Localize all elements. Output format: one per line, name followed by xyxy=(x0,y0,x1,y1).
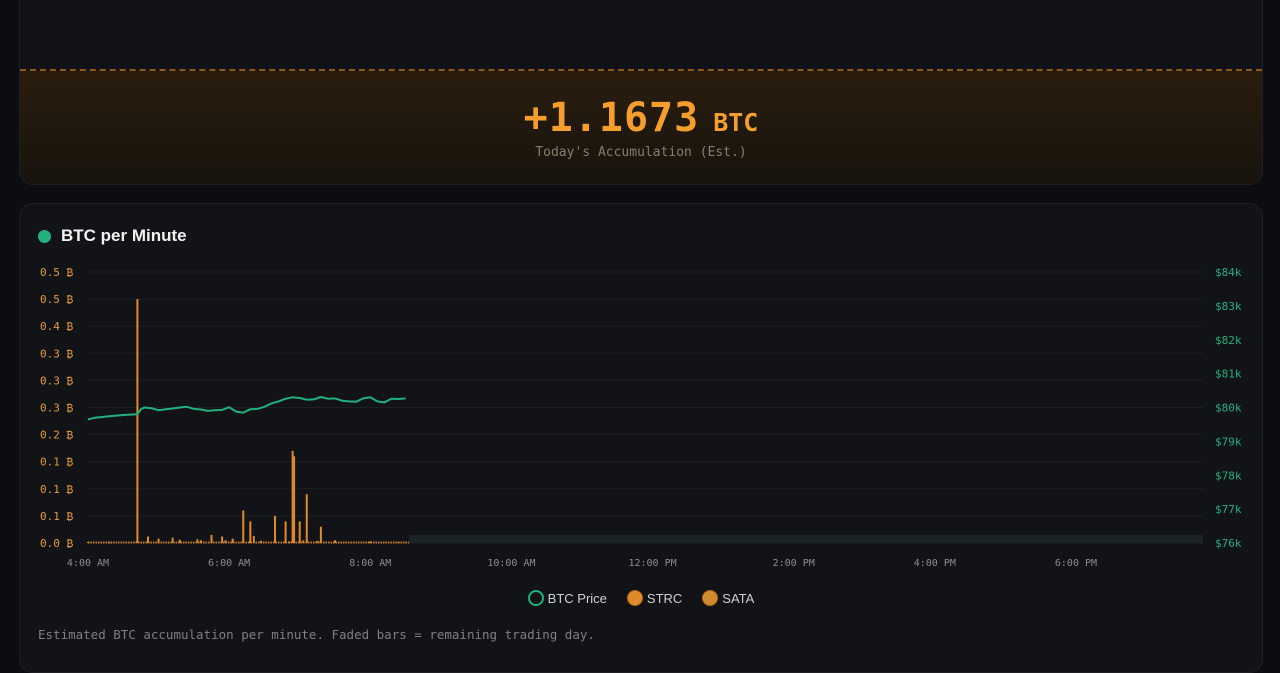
x-tick-label: 4:00 AM xyxy=(67,558,109,569)
accumulation-panel: +1.1673 BTC Today's Accumulation (Est.) xyxy=(20,69,1262,184)
left-tick-label: 0.1 ₿ xyxy=(40,510,73,523)
legend-swatch-icon xyxy=(626,590,643,606)
remaining-day-band xyxy=(409,535,1203,543)
strc-bar xyxy=(305,494,308,543)
chart-footnote: Estimated BTC accumulation per minute. F… xyxy=(38,627,595,642)
strc-bar xyxy=(221,536,224,543)
x-tick-label: 2:00 PM xyxy=(773,558,815,569)
legend-label: BTC Price xyxy=(547,590,607,606)
strc-bar xyxy=(274,515,277,543)
legend-item-btc-price[interactable]: BTC Price xyxy=(527,590,607,606)
x-tick-label: 10:00 AM xyxy=(487,558,535,569)
right-tick-label: $82k xyxy=(1215,334,1242,347)
strc-bar xyxy=(397,541,400,543)
accumulation-card: +1.1673 BTC Today's Accumulation (Est.) xyxy=(19,0,1263,185)
accumulation-value: +1.1673 xyxy=(523,95,700,141)
accumulation-value-line: +1.1673 BTC xyxy=(20,95,1262,141)
sata-bar xyxy=(252,535,255,543)
strc-bar xyxy=(199,540,202,543)
sata-bar xyxy=(196,539,199,543)
strc-bar xyxy=(293,456,296,543)
right-tick-label: $78k xyxy=(1215,469,1242,482)
left-tick-label: 0.2 ₿ xyxy=(40,429,73,442)
left-tick-label: 0.0 ₿ xyxy=(40,537,73,550)
accumulation-label: Today's Accumulation (Est.) xyxy=(535,145,747,160)
right-tick-label: $84k xyxy=(1215,266,1242,279)
legend-item-strc[interactable]: STRC xyxy=(626,590,683,606)
sata-bar xyxy=(288,541,291,543)
left-tick-label: 0.3 ₿ xyxy=(40,402,73,415)
sata-bar xyxy=(224,540,227,543)
legend-swatch-icon xyxy=(702,590,719,606)
strc-bar xyxy=(136,299,139,543)
strc-bar xyxy=(298,521,301,543)
left-tick-label: 0.4 ₿ xyxy=(40,320,73,333)
left-tick-label: 0.5 ₿ xyxy=(40,266,73,279)
chart-card: BTC per Minute 0.5 ₿ 0.5 ₿ 0.4 ₿ 0.3 ₿ 0.3 ₿… xyxy=(19,203,1263,673)
btc-per-minute-chart[interactable]: 0.5 ₿ 0.5 ₿ 0.4 ₿ 0.3 ₿ 0.3 ₿ 0.3 ₿ 0.2 ₿ 0.1 ₿… xyxy=(20,204,1264,584)
right-tick-label: $76k xyxy=(1215,537,1242,550)
sata-bar xyxy=(302,540,305,543)
strc-bar xyxy=(108,542,111,544)
x-tick-label: 12:00 PM xyxy=(628,558,676,569)
right-tick-label: $83k xyxy=(1215,300,1242,313)
sata-bar xyxy=(316,540,319,543)
strc-bar xyxy=(242,510,245,543)
strc-bar xyxy=(284,521,287,543)
right-tick-label: $81k xyxy=(1215,368,1242,381)
sata-bar xyxy=(171,537,174,543)
strc-bar xyxy=(87,541,89,543)
legend-label: SATA xyxy=(722,590,755,606)
strc-bar xyxy=(319,526,322,543)
legend-swatch-icon xyxy=(527,590,544,606)
x-tick-label: 8:00 AM xyxy=(349,558,391,569)
right-tick-label: $79k xyxy=(1215,435,1242,448)
left-tick-label: 0.5 ₿ xyxy=(40,293,73,306)
chart-legend: BTC Price STRC SATA xyxy=(20,590,1262,606)
x-tick-label: 4:00 PM xyxy=(914,558,956,569)
left-tick-label: 0.3 ₿ xyxy=(40,347,73,360)
accumulation-unit: BTC xyxy=(713,108,759,137)
strc-bar xyxy=(333,540,336,543)
strc-bar xyxy=(178,539,181,543)
x-tick-label: 6:00 PM xyxy=(1055,558,1097,569)
strc-bar xyxy=(231,538,234,543)
strc-bar xyxy=(157,538,160,543)
btc-price-line xyxy=(87,396,406,421)
left-tick-label: 0.3 ₿ xyxy=(40,374,73,387)
legend-item-sata[interactable]: SATA xyxy=(702,590,754,606)
left-tick-label: 0.1 ₿ xyxy=(40,456,73,469)
right-tick-label: $77k xyxy=(1215,503,1242,516)
left-tick-label: 0.1 ₿ xyxy=(40,483,73,496)
strc-bar xyxy=(259,540,262,543)
strc-bar xyxy=(369,541,372,543)
strc-bar xyxy=(210,534,213,543)
right-tick-label: $80k xyxy=(1215,402,1242,415)
x-tick-label: 6:00 AM xyxy=(208,558,250,569)
legend-label: STRC xyxy=(646,590,683,606)
strc-bar xyxy=(249,521,252,543)
strc-bar xyxy=(146,536,149,543)
